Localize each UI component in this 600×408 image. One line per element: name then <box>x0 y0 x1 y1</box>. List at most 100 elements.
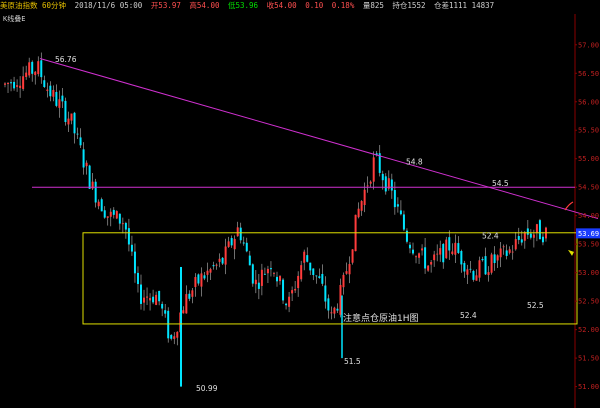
candle <box>106 216 109 226</box>
candle-body <box>502 246 505 248</box>
candle-body <box>285 303 288 306</box>
candle-body <box>430 261 433 265</box>
candle <box>297 271 300 297</box>
candle <box>309 262 312 276</box>
candle-body <box>442 244 445 263</box>
candle-body <box>266 268 269 274</box>
candle <box>282 278 285 304</box>
candle <box>351 249 354 265</box>
candle-body <box>121 223 124 225</box>
candle <box>393 181 396 215</box>
candle <box>173 332 176 345</box>
candle-body <box>182 310 185 314</box>
y-tick-label: 56.50 <box>578 70 599 78</box>
candle-body <box>257 282 260 289</box>
last-price-label: 53.69 <box>578 230 599 238</box>
candle <box>133 243 136 283</box>
candle <box>291 286 294 301</box>
candle <box>408 241 411 254</box>
candle <box>55 84 58 108</box>
candle <box>490 252 493 275</box>
candle <box>303 249 306 271</box>
candle-body <box>469 268 472 270</box>
candle-body <box>369 181 372 184</box>
candle <box>378 145 381 177</box>
candle <box>396 197 399 213</box>
candle-body <box>106 216 109 218</box>
candle <box>276 271 278 287</box>
candle-body <box>16 85 19 87</box>
candle <box>85 160 88 175</box>
candle <box>454 234 457 263</box>
candle <box>194 273 197 297</box>
candle-body <box>263 273 266 275</box>
candle-body <box>439 248 442 255</box>
candle <box>460 249 463 273</box>
candle <box>466 264 469 284</box>
candle-body <box>140 284 142 304</box>
candle-body <box>143 297 146 303</box>
price-annotation: 52.4 <box>460 311 477 320</box>
candle <box>502 244 505 255</box>
candle <box>418 252 421 264</box>
candle-body <box>251 264 254 284</box>
candle-body <box>73 112 76 134</box>
candle-body <box>254 279 257 285</box>
y-tick-label: 53.50 <box>578 241 599 249</box>
candle <box>330 306 333 320</box>
candle <box>257 274 260 300</box>
candle-body <box>4 83 6 85</box>
candle <box>421 244 424 256</box>
candle-body <box>76 133 79 135</box>
candle-body <box>85 162 88 167</box>
candle <box>514 231 517 251</box>
candle-body <box>363 189 366 206</box>
candle <box>124 221 127 239</box>
candle-body <box>233 238 236 250</box>
candle-body <box>345 271 348 274</box>
candle <box>357 202 360 219</box>
candle-body <box>197 274 200 284</box>
candle-body <box>321 273 324 284</box>
candle <box>523 231 526 249</box>
candle-body <box>517 236 520 240</box>
candle <box>342 272 345 295</box>
candle-body <box>248 255 251 266</box>
candle-body <box>22 76 25 89</box>
candle-body <box>514 239 517 250</box>
candle <box>245 237 248 253</box>
candle-body <box>433 254 436 261</box>
candle-body <box>136 272 139 285</box>
candle-body <box>133 251 136 274</box>
candle <box>31 60 34 82</box>
candle <box>79 128 82 148</box>
candle <box>25 65 28 80</box>
candle <box>61 87 64 108</box>
candle <box>439 240 442 262</box>
candle-body <box>481 258 484 261</box>
candle-body <box>224 246 227 265</box>
candle <box>52 85 55 102</box>
candle-body <box>221 257 224 264</box>
candle-body <box>212 265 215 267</box>
candle-body <box>115 211 118 219</box>
candle-body <box>291 290 294 294</box>
price-annotation: 52.5 <box>527 301 544 310</box>
candle <box>496 254 499 268</box>
price-annotation: 51.5 <box>344 357 361 366</box>
candle-body <box>303 251 306 263</box>
candle-body <box>408 244 411 249</box>
candle-body <box>493 254 496 263</box>
candle <box>191 287 194 304</box>
candle-body <box>475 275 478 281</box>
candle <box>424 237 427 274</box>
candle <box>463 260 466 278</box>
candle <box>387 170 390 191</box>
candle-body <box>424 247 427 269</box>
price-chart[interactable]: 56.76 54.8 54.5 52.4 52.4 52.5 51.5 50.99 注意点仓原油… <box>0 0 600 408</box>
y-tick-label: 56.00 <box>578 98 599 106</box>
candle-body <box>206 270 209 275</box>
candle <box>345 262 348 275</box>
candle <box>263 267 266 275</box>
candle <box>37 56 40 77</box>
